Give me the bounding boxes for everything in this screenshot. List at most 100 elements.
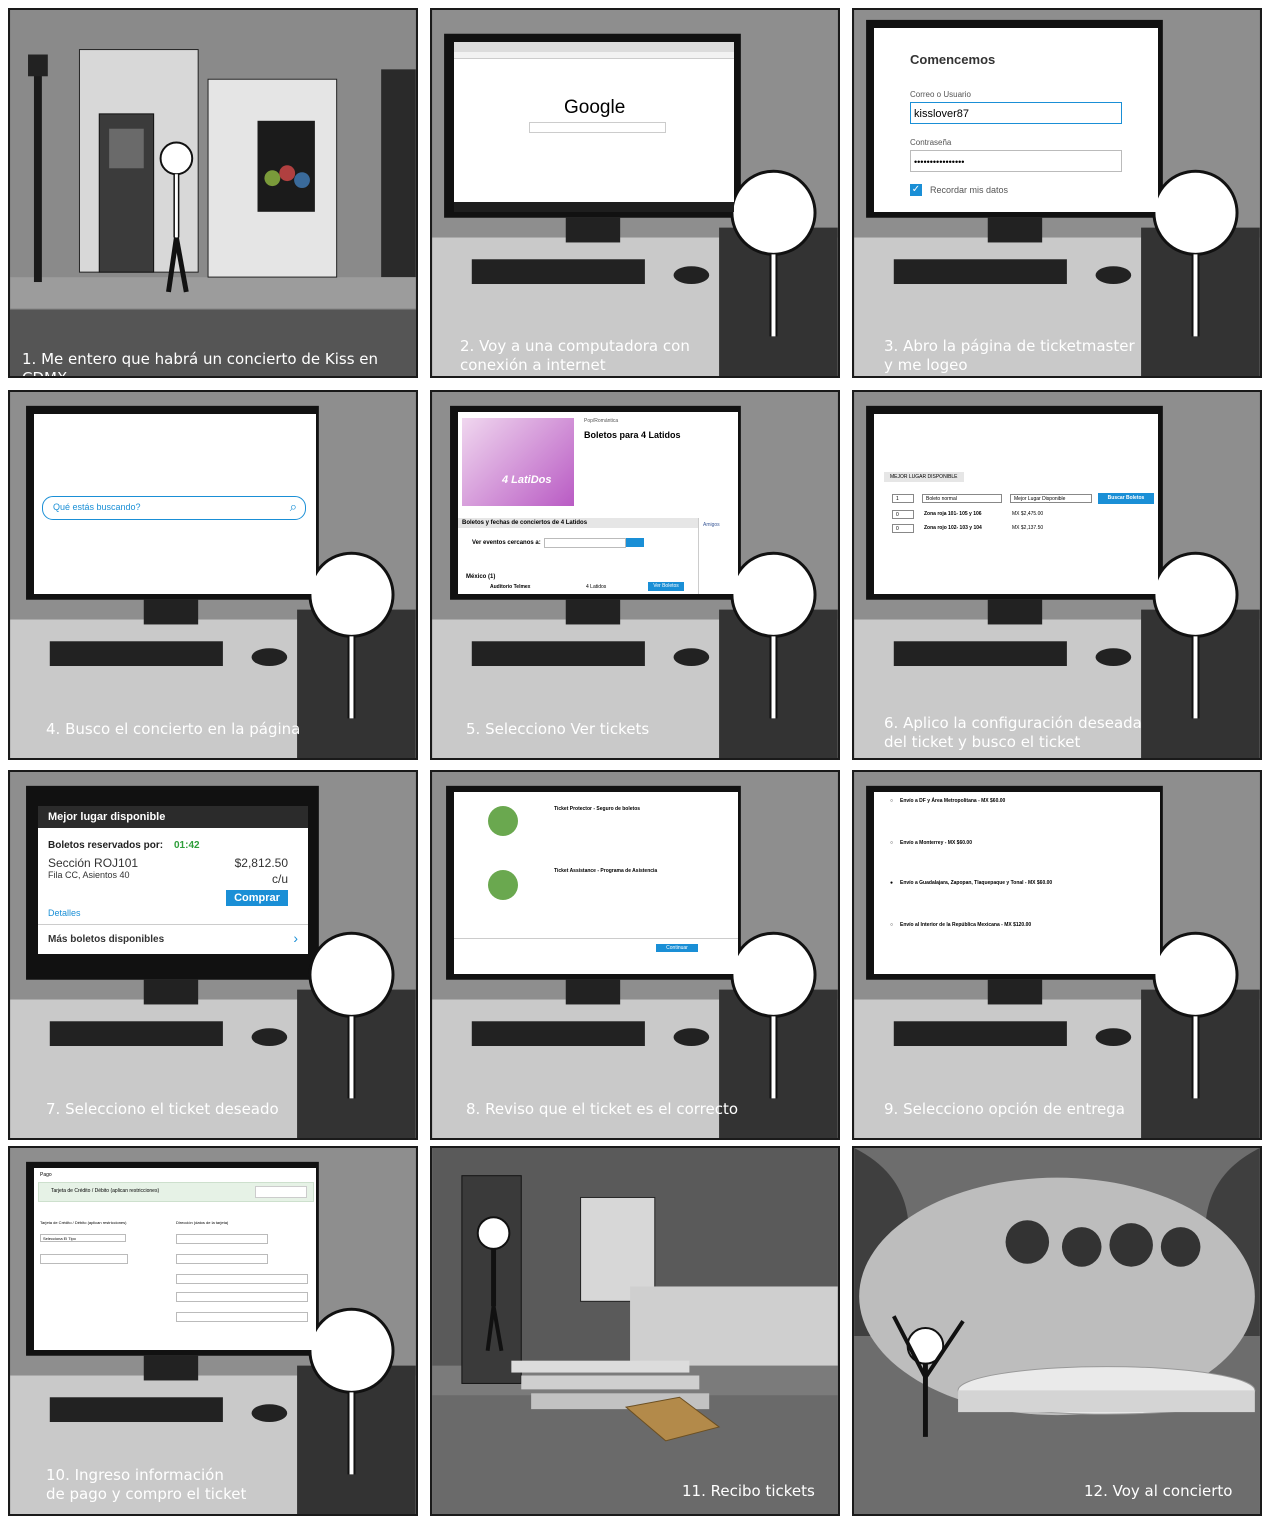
panel-caption: 9. Selecciono opción de entrega	[884, 1100, 1125, 1118]
panel-11: 11. Recibo tickets	[430, 1146, 840, 1516]
nearby-go-button[interactable]	[626, 538, 644, 547]
friends-label: Amigos	[703, 522, 720, 528]
insurance-review: Ticket Protector - Seguro de boletos Tic…	[454, 792, 738, 974]
card-brands-icon	[255, 1186, 307, 1198]
zone-name: Zona roja 101- 105 y 106	[924, 511, 982, 517]
search-tickets-button[interactable]: Buscar Boletos	[1098, 493, 1154, 504]
panel-9: ○ Envío a DF y Área Metropolitana - MX $…	[852, 770, 1262, 1140]
panel-10: Pago Tarjeta de Crédito / Débito (aplica…	[8, 1146, 418, 1516]
more-tickets-link[interactable]: Más boletos disponibles	[48, 934, 164, 945]
password-label: Contraseña	[910, 138, 952, 147]
reservation-timer: 01:42	[174, 840, 200, 851]
remember-label: Recordar mis datos	[930, 185, 1009, 195]
reserved-label: Boletos reservados por:	[48, 840, 164, 851]
event-page: 4 LatiDos Pop/Romántica Boletos para 4 L…	[458, 412, 738, 594]
panel-caption: 1. Me entero que habrá un concierto de K…	[22, 350, 379, 378]
ticket-config: MEJOR LUGAR DISPONIBLE 1 Boleto normal M…	[874, 414, 1158, 594]
panel-caption: 6. Aplico la configuración deseada del t…	[884, 714, 1142, 751]
porch-scene	[432, 1148, 838, 1514]
panel-7: Mejor lugar disponible Boletos reservado…	[8, 770, 418, 1140]
delivery-label: Envío a DF y Área Metropolitana - MX $60…	[900, 798, 1006, 804]
radio-icon[interactable]: ○	[890, 840, 893, 846]
protector-logo	[488, 806, 518, 836]
search-icon[interactable]: ⌕	[290, 499, 297, 515]
section-title: Boletos y fechas de conciertos de 4 Lati…	[458, 518, 698, 528]
google-logo: Google	[564, 97, 626, 118]
browser-window: Google	[454, 42, 734, 212]
assistance-logo	[488, 870, 518, 900]
search-input[interactable]: Qué estás buscando? ⌕	[42, 496, 306, 520]
colonia-field[interactable]	[176, 1292, 308, 1302]
category: Pop/Romántica	[584, 418, 619, 424]
seats-label: Fila CC, Asientos 40	[48, 870, 130, 880]
login-form: Comencemos Correo o Usuario kisslover87 …	[874, 28, 1158, 212]
payment-method-label: Tarjeta de Crédito / Débito (aplican res…	[51, 1188, 160, 1194]
surname-field[interactable]	[176, 1254, 268, 1264]
delivery-label: Envío al Interior de la República Mexica…	[900, 922, 1032, 928]
act: 4 Latidos	[586, 584, 607, 590]
region: México (1)	[466, 574, 496, 580]
qty-select[interactable]: 1	[892, 494, 914, 503]
protector-title: Ticket Protector - Seguro de boletos	[554, 806, 641, 812]
panel-caption: 2. Voy a una computadora con conexión a …	[460, 337, 690, 374]
panel-12: 12. Voy al concierto	[852, 1146, 1262, 1516]
chevron-right-icon[interactable]: ›	[293, 930, 298, 946]
zone-qty[interactable]: 0	[892, 510, 914, 519]
section-label: Sección ROJ101	[48, 856, 139, 870]
delivery-label: Envío a Monterrey - MX $60.00	[900, 840, 972, 846]
panel-3: Comencemos Correo o Usuario kisslover87 …	[852, 8, 1262, 378]
zone-price: MX $2,475.00	[1012, 511, 1044, 517]
panel-caption: 5. Selecciono Ver tickets	[466, 720, 650, 738]
event-title: Boletos para 4 Latidos	[584, 430, 681, 440]
buy-button[interactable]: Comprar	[226, 890, 288, 906]
panel-caption: 12. Voy al concierto	[1084, 1482, 1233, 1500]
user-field[interactable]: kisslover87	[910, 102, 1122, 124]
ticket-price: $2,812.50	[234, 856, 288, 870]
google-search-box[interactable]	[529, 122, 666, 133]
card-number-field[interactable]	[40, 1254, 128, 1264]
price-level-select[interactable]: Mejor Lugar Disponible	[1010, 494, 1092, 503]
panel-2: Google 2. Voy a una computadora con cone…	[430, 8, 840, 378]
nearby-input[interactable]	[544, 538, 626, 548]
street-field[interactable]	[176, 1274, 308, 1284]
payment-method-row[interactable]: Tarjeta de Crédito / Débito (aplican res…	[38, 1182, 314, 1202]
radio-icon[interactable]: ○	[890, 798, 893, 804]
municipality-field[interactable]	[176, 1312, 308, 1322]
panel-caption: 4. Busco el concierto en la página	[46, 720, 301, 738]
zone-price: MX $2,137.50	[1012, 525, 1044, 531]
zone-name: Zona rojo 102- 103 y 104	[924, 525, 982, 531]
event-banner: 4 LatiDos	[462, 418, 574, 506]
address-heading: Dirección (datos de la tarjeta)	[176, 1220, 229, 1225]
ver-boletos-button[interactable]: Ver Boletos	[648, 582, 684, 591]
panel-caption: 7. Selecciono el ticket deseado	[46, 1100, 279, 1118]
delivery-label: Envío a Guadalajara, Zapopan, Tlaquepaqu…	[900, 880, 1053, 886]
card-type-select[interactable]: Selecciona El Tipo	[40, 1234, 126, 1242]
panel-1: 1. Me entero que habrá un concierto de K…	[8, 8, 418, 378]
user-label: Correo o Usuario	[910, 90, 971, 99]
name-field[interactable]	[176, 1234, 268, 1244]
ticket-type-select[interactable]: Boleto normal	[922, 494, 1002, 503]
remember-checkbox[interactable]: ✓	[910, 184, 922, 196]
radio-icon[interactable]: ○	[890, 922, 893, 928]
assistance-title: Ticket Assistance - Programa de Asistenc…	[554, 868, 658, 874]
radio-selected-icon[interactable]: ●	[890, 880, 893, 886]
venue: Auditorio Telmex	[490, 584, 531, 590]
continue-button[interactable]: Continuar	[656, 944, 698, 952]
panel-6: MEJOR LUGAR DISPONIBLE 1 Boleto normal M…	[852, 390, 1262, 760]
card-heading: Tarjeta de Crédito / Débito (aplican res…	[40, 1220, 127, 1225]
concert-scene	[854, 1148, 1260, 1514]
payment-page-title: Pago	[40, 1172, 52, 1178]
password-field[interactable]: ••••••••••••••••	[910, 150, 1122, 172]
zone-qty[interactable]: 0	[892, 524, 914, 533]
login-title: Comencemos	[910, 52, 996, 67]
details-link[interactable]: Detalles	[48, 908, 81, 918]
nearby-label: Ver eventos cercanos a:	[472, 540, 541, 546]
payment-form: Pago Tarjeta de Crédito / Débito (aplica…	[34, 1168, 316, 1350]
panel-caption: 8. Reviso que el ticket es el correcto	[466, 1100, 739, 1118]
panel-8: Ticket Protector - Seguro de boletos Tic…	[430, 770, 840, 1140]
ticket-offer: Mejor lugar disponible Boletos reservado…	[38, 806, 308, 954]
panel-caption: 10. Ingreso información de pago y compro…	[46, 1466, 247, 1503]
best-seat-tab[interactable]: MEJOR LUGAR DISPONIBLE	[884, 472, 964, 482]
search-placeholder: Qué estás buscando?	[53, 502, 141, 512]
friends-sidebar: Amigos	[698, 518, 738, 594]
